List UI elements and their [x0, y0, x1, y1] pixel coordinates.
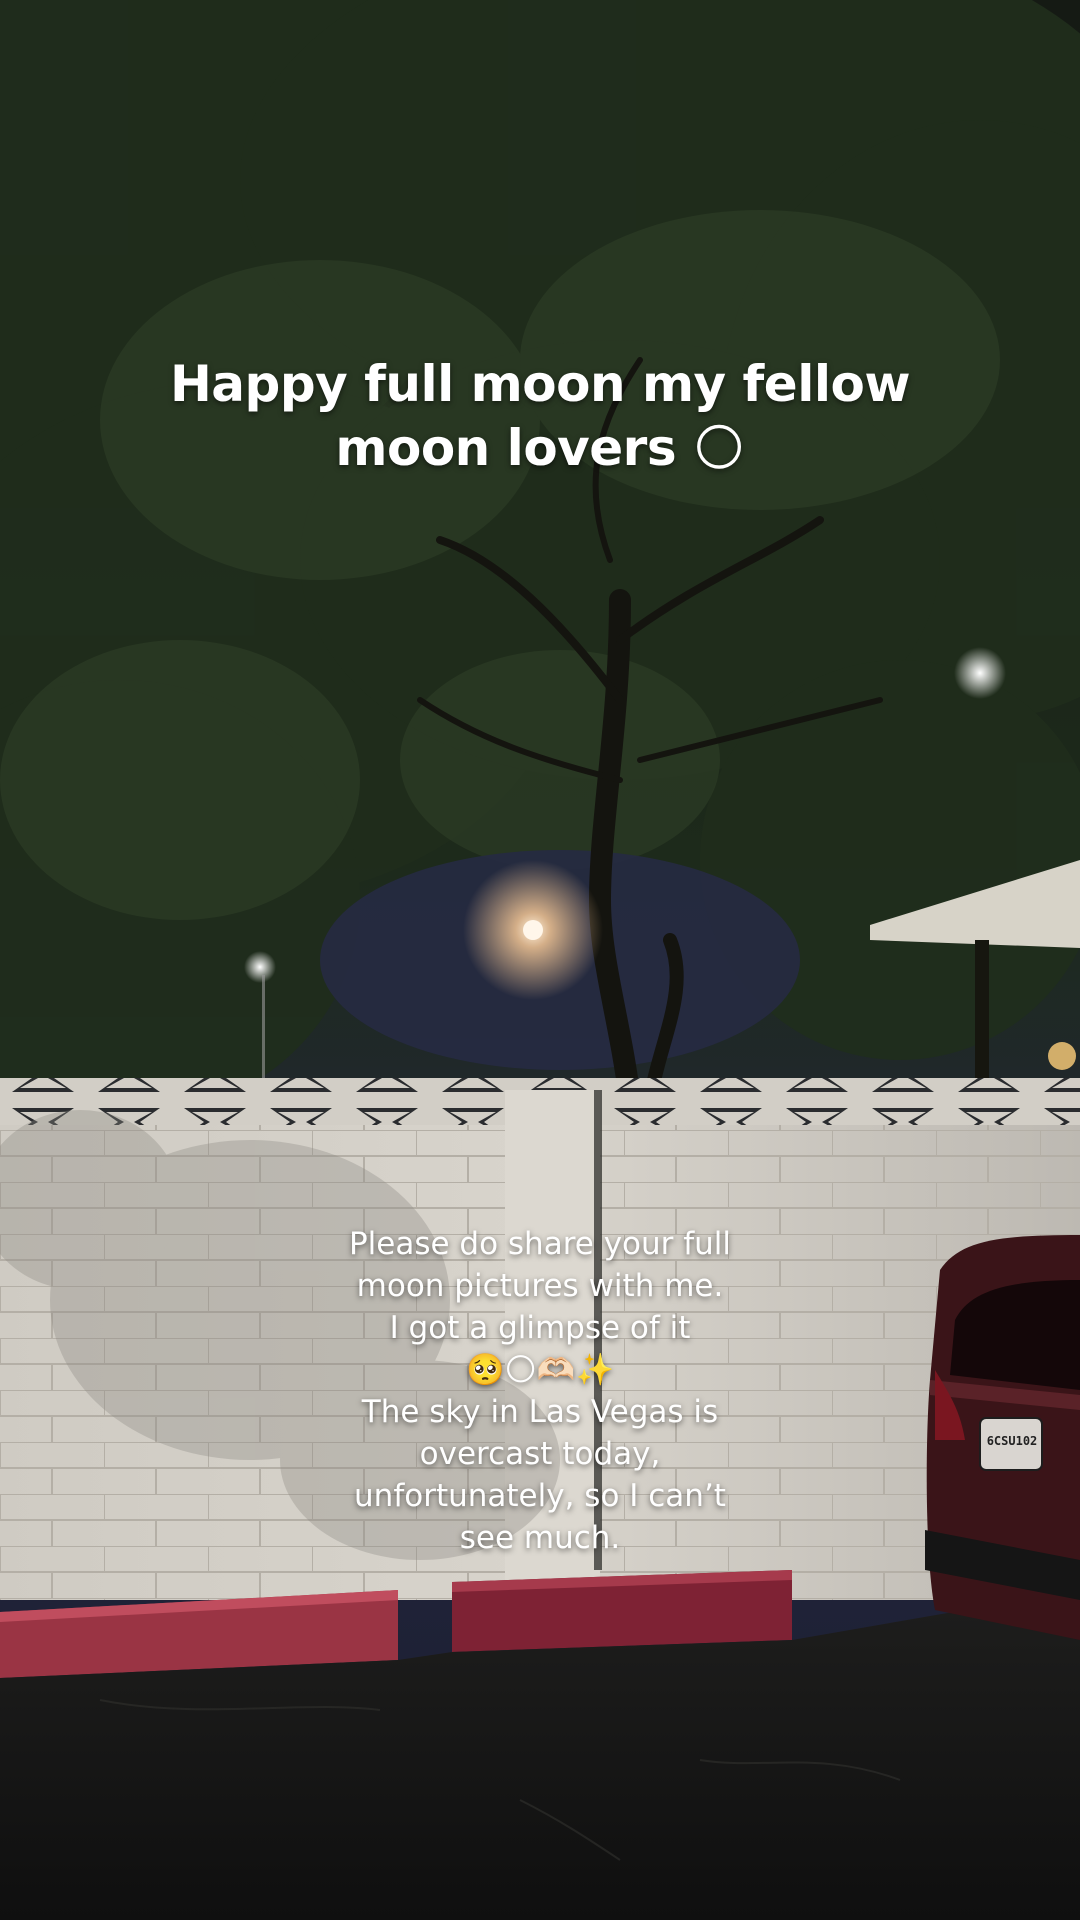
caption-bottom-line: I got a glimpse of it — [389, 1310, 691, 1346]
caption-top-line: Happy full moon my fellow — [169, 355, 911, 413]
caption-bottom-line: overcast today, — [419, 1436, 661, 1472]
caption-bottom-line: unfortunately, so I can’t — [354, 1478, 726, 1514]
caption-bottom-line: moon pictures with me. — [356, 1268, 724, 1304]
caption-bottom: Please do share your full moon pictures … — [0, 1223, 1080, 1559]
caption-bottom-line: Please do share your full — [348, 1226, 732, 1262]
caption-bottom-line: The sky in Las Vegas is — [361, 1394, 719, 1430]
caption-top: Happy full moon my fellow moon lovers 🌕 — [0, 352, 1080, 480]
caption-bottom-emoji-line: 🥺🌕🫶🏻✨ — [465, 1352, 615, 1388]
night-photo-background — [0, 0, 1080, 1920]
photo-scene: 6CSU102 Happy full moon my fellow moon l… — [0, 0, 1080, 1920]
caption-top-line: moon lovers 🌕 — [335, 419, 745, 477]
caption-bottom-line: see much. — [459, 1520, 621, 1556]
